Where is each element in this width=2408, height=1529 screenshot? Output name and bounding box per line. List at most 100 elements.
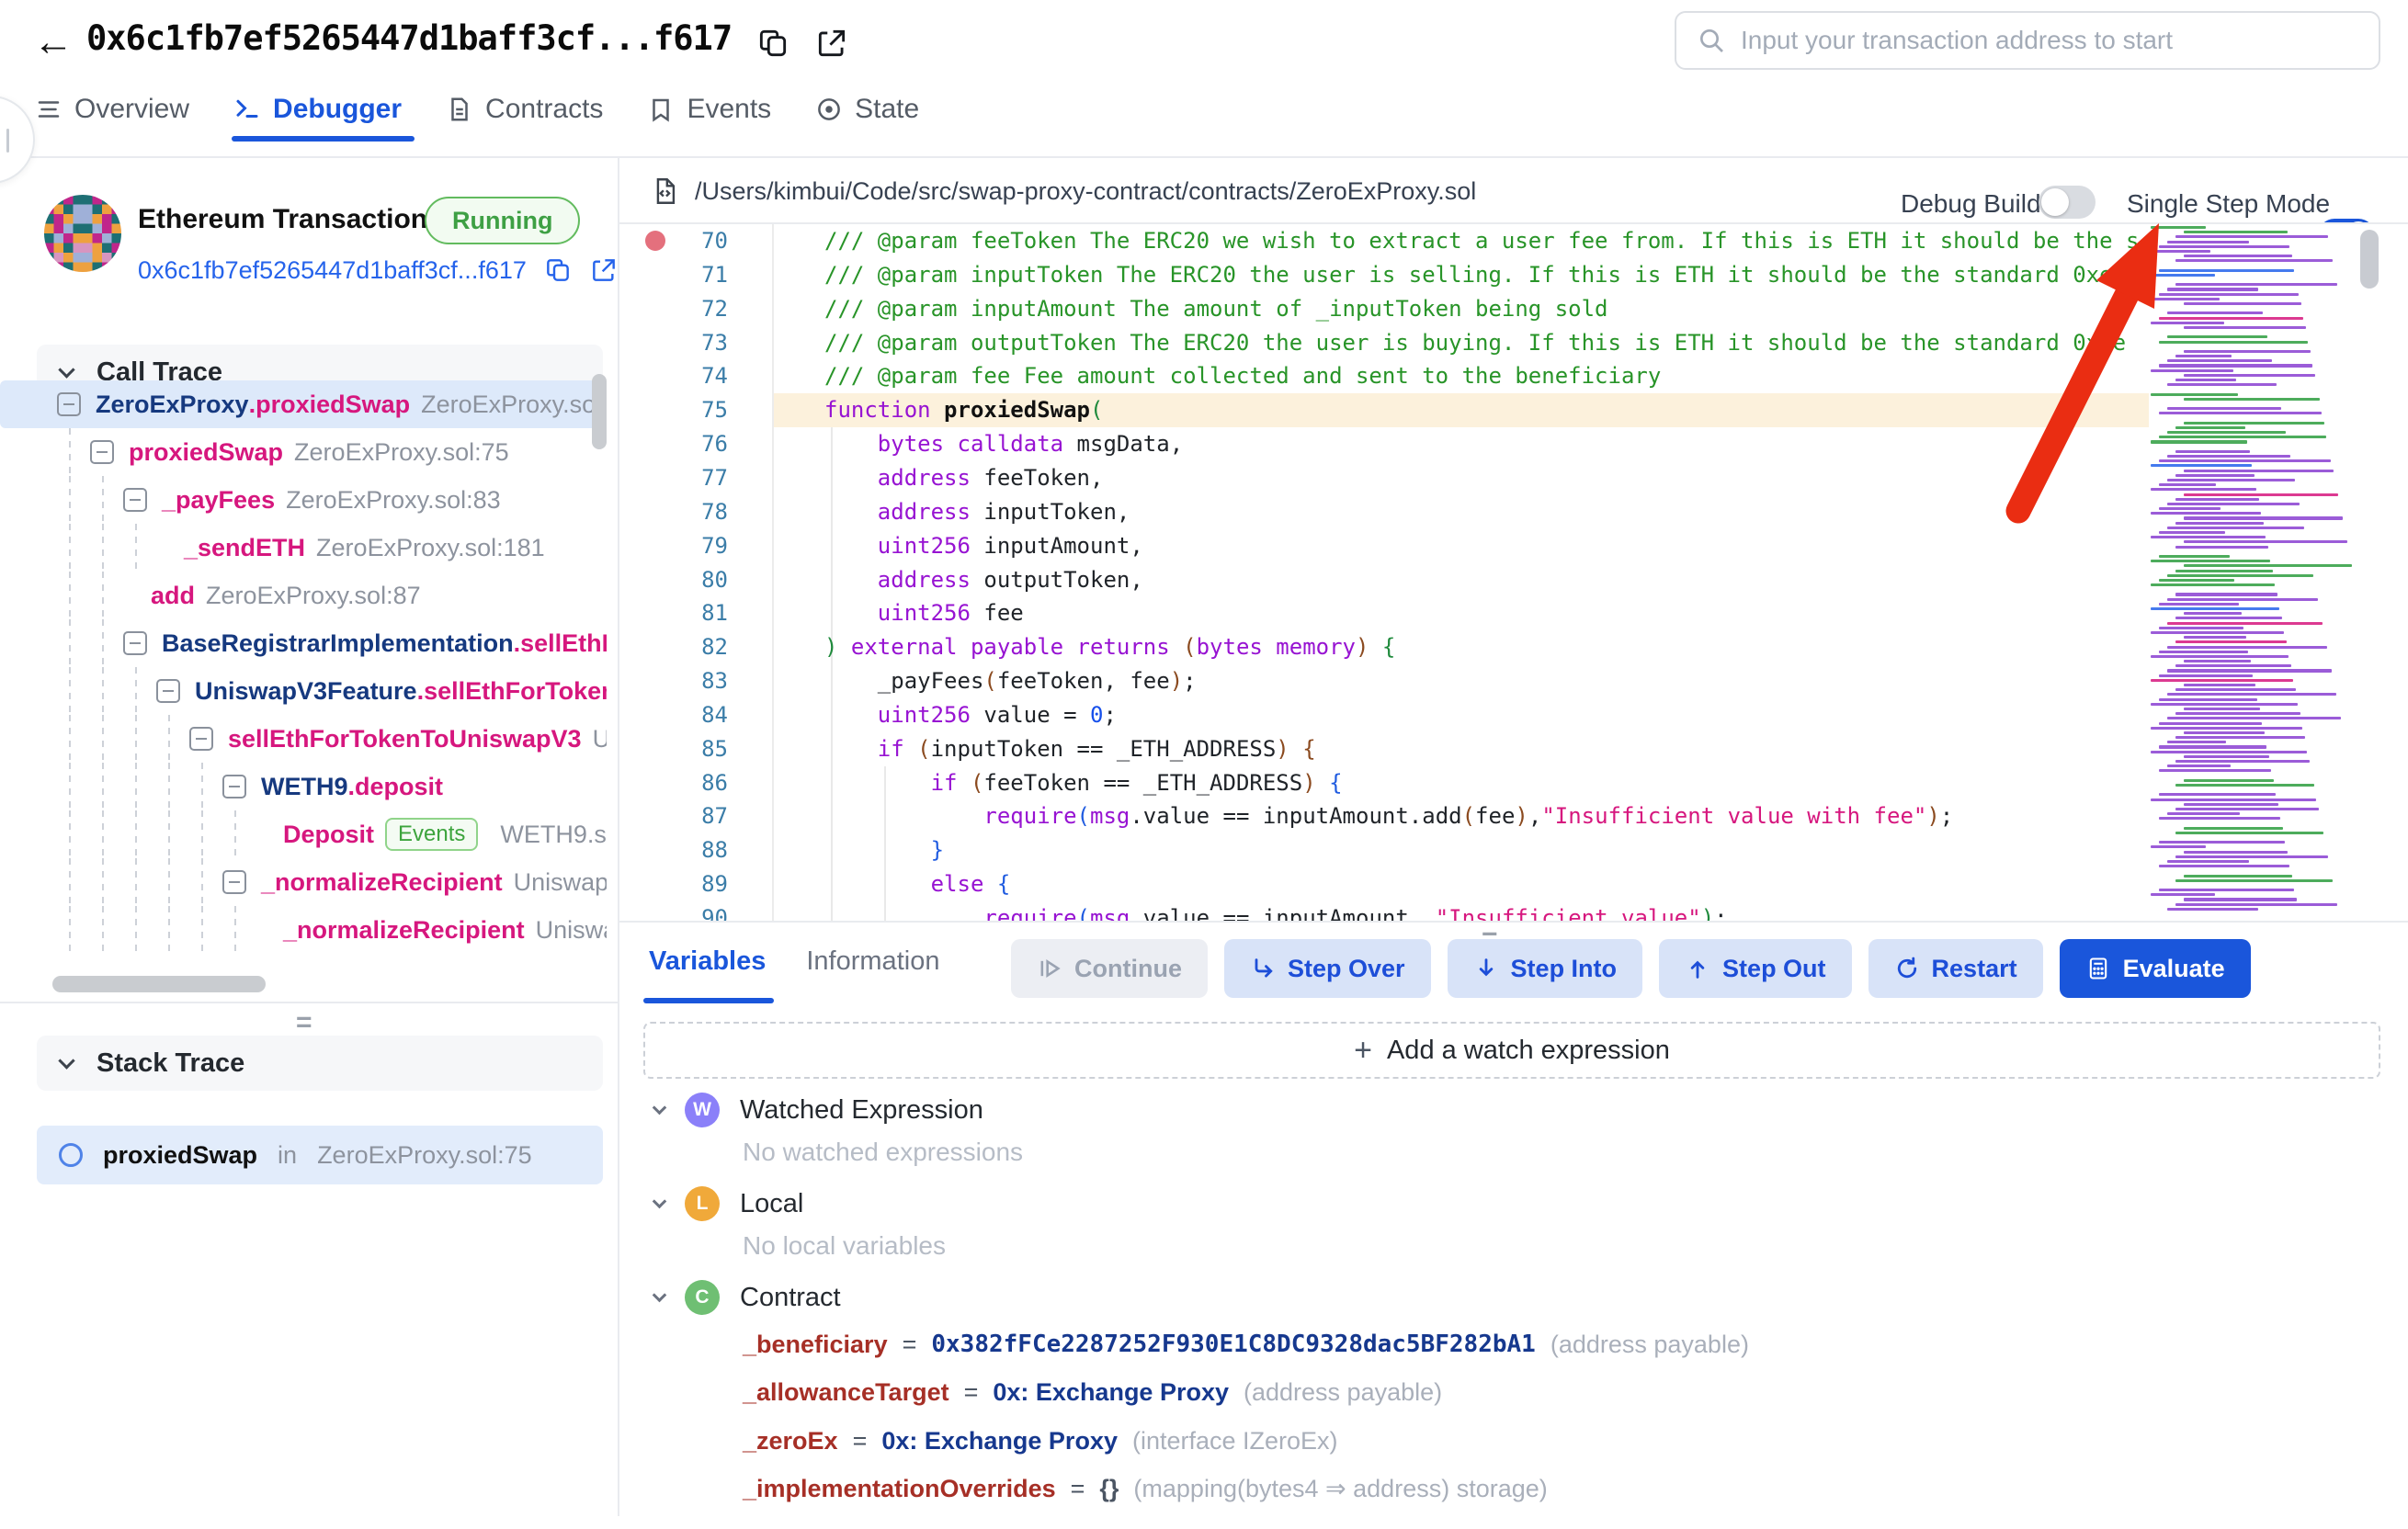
- address-copy-icon[interactable]: [543, 255, 573, 285]
- chevron-down-icon[interactable]: [58, 1052, 74, 1069]
- minimap-line: [2167, 669, 2332, 672]
- section-title: Contract: [740, 1283, 841, 1313]
- indent-guide: [135, 810, 137, 858]
- indent-guide: [234, 810, 236, 858]
- token: ;: [1103, 702, 1116, 728]
- back-arrow-icon[interactable]: ←: [33, 22, 74, 62]
- line-number: 88: [636, 833, 728, 867]
- tab-debugger[interactable]: Debugger: [233, 79, 402, 140]
- call-trace-row[interactable]: ZeroExProxy.proxiedSwapZeroExProxy.sol:7…: [0, 380, 607, 428]
- call-trace-horizontal-scrollbar[interactable]: [52, 976, 266, 992]
- minimap-line: [2167, 574, 2313, 577]
- minimap-line: [2151, 440, 2247, 443]
- evaluate-button[interactable]: Evaluate: [2060, 939, 2251, 998]
- step-out-button[interactable]: Step Out: [1659, 939, 1852, 998]
- collapse-icon[interactable]: [156, 679, 180, 703]
- chevron-down-icon[interactable]: [653, 1194, 667, 1208]
- collapse-icon[interactable]: [123, 631, 147, 655]
- call-trace-vertical-scrollbar[interactable]: [592, 374, 607, 449]
- minimap-line: [2151, 821, 2353, 824]
- minimap-line: [2175, 283, 2337, 286]
- collapse-icon[interactable]: [189, 727, 213, 751]
- section-watched-expression[interactable]: WWatched Expression: [654, 1090, 983, 1130]
- minimap-line: [2151, 250, 2210, 253]
- call-trace-row[interactable]: _normalizeRecipientUniswapV3Feature.sol: [0, 906, 607, 954]
- section-contract[interactable]: CContract: [654, 1277, 841, 1318]
- stack-frame-row[interactable]: proxiedSwap in ZeroExProxy.sol:75: [37, 1126, 603, 1184]
- call-trace-row[interactable]: addZeroExProxy.sol:87: [0, 572, 607, 619]
- variable-name: _beneficiary: [743, 1331, 888, 1359]
- chevron-down-icon[interactable]: [58, 361, 74, 378]
- edge-peek-button[interactable]: [0, 96, 35, 184]
- tab-state[interactable]: State: [815, 79, 919, 140]
- minimap-line: [2167, 311, 2263, 314]
- call-trace-row[interactable]: _sendETHZeroExProxy.sol:181: [0, 524, 607, 572]
- call-trace-row[interactable]: DepositEventsWETH9.sol: [0, 810, 607, 858]
- step-over-button[interactable]: Step Over: [1224, 939, 1431, 998]
- chevron-down-icon[interactable]: [653, 1287, 667, 1302]
- breakpoint-dot[interactable]: [645, 231, 665, 251]
- call-trace-row[interactable]: UniswapV3Feature.sellEthForToken: [0, 667, 607, 715]
- line-number: 81: [636, 596, 728, 630]
- minimap-line: [2151, 550, 2353, 553]
- tab-contracts[interactable]: Contracts: [446, 79, 603, 140]
- token: .value == inputAmount,: [1130, 905, 1435, 921]
- search-icon: [1697, 26, 1726, 55]
- sidebar-resize-handle[interactable]: =: [296, 1009, 312, 1036]
- contract-name: UniswapV3Feature: [195, 677, 417, 706]
- restart-button[interactable]: Restart: [1868, 939, 2043, 998]
- token: /// @param fee Fee amount collected and …: [824, 363, 1661, 389]
- debug-build-toggle[interactable]: [2039, 186, 2096, 219]
- token: [824, 702, 878, 728]
- step-into-button[interactable]: Step Into: [1448, 939, 1643, 998]
- editor-scrollbar[interactable]: [2360, 230, 2379, 289]
- tab-variables[interactable]: Variables: [649, 946, 766, 977]
- copy-icon[interactable]: [755, 26, 790, 61]
- tab-overview[interactable]: Overview: [35, 79, 189, 140]
- minimap-line: [2151, 751, 2307, 753]
- minimap-line: [2184, 827, 2283, 830]
- minimap-line: [2184, 564, 2352, 567]
- editor-minimap[interactable]: [2151, 226, 2353, 919]
- add-watch-expression[interactable]: + Add a watch expression: [643, 1022, 2380, 1079]
- search-input[interactable]: [1741, 26, 2329, 55]
- call-trace-row[interactable]: _normalizeRecipientUniswapV3Feature.sol: [0, 858, 607, 906]
- collapse-icon[interactable]: [123, 488, 147, 512]
- minimap-line: [2184, 636, 2246, 639]
- code-line: 84 uint256 value = 0;: [619, 698, 2408, 732]
- transaction-address-link[interactable]: 0x6c1fb7ef5265447d1baff3cf...f617: [138, 256, 527, 285]
- stack-trace-header[interactable]: Stack Trace: [37, 1036, 603, 1091]
- line-number: 73: [636, 326, 728, 360]
- collapse-icon[interactable]: [57, 392, 81, 416]
- code-line: 86 if (feeToken == _ETH_ADDRESS) {: [619, 766, 2408, 800]
- minimap-line: [2151, 703, 2298, 706]
- address-external-link-icon[interactable]: [589, 255, 619, 285]
- variable-type: (mapping(bytes4 ⇒ address) storage): [1133, 1475, 1547, 1503]
- minimap-line: [2184, 660, 2251, 663]
- call-trace-row[interactable]: BaseRegistrarImplementation.sellEthForTo…: [0, 619, 607, 667]
- external-link-icon[interactable]: [814, 26, 849, 61]
- tab-information[interactable]: Information: [806, 946, 939, 977]
- token: inputToken,: [971, 499, 1130, 525]
- code-line: 77 address feeToken,: [619, 461, 2408, 495]
- collapse-icon[interactable]: [222, 775, 246, 798]
- collapse-icon[interactable]: [222, 870, 246, 894]
- tab-events[interactable]: Events: [647, 79, 771, 140]
- call-trace-row[interactable]: _payFeesZeroExProxy.sol:83: [0, 476, 607, 524]
- minimap-line: [2175, 760, 2310, 763]
- call-trace-row[interactable]: WETH9.deposit: [0, 763, 607, 810]
- collapse-icon[interactable]: [90, 440, 114, 464]
- minimap-line: [2151, 775, 2353, 777]
- code-text: address inputToken,: [824, 495, 2149, 529]
- chevron-down-icon[interactable]: [653, 1100, 667, 1115]
- token: 0: [1090, 702, 1103, 728]
- code-line: 83 _payFees(feeToken, fee);: [619, 664, 2408, 698]
- call-trace-row[interactable]: proxiedSwapZeroExProxy.sol:75: [0, 428, 607, 476]
- call-trace-row[interactable]: sellEthForTokenToUniswapV3UniswapV3Featu…: [0, 715, 607, 763]
- section-title: Local: [740, 1189, 803, 1219]
- continue-button[interactable]: Continue: [1011, 939, 1208, 998]
- section-local[interactable]: LLocal: [654, 1184, 803, 1224]
- token: outputToken,: [971, 567, 1143, 593]
- tab-label: Debugger: [273, 94, 402, 125]
- indent-guide: [135, 667, 137, 715]
